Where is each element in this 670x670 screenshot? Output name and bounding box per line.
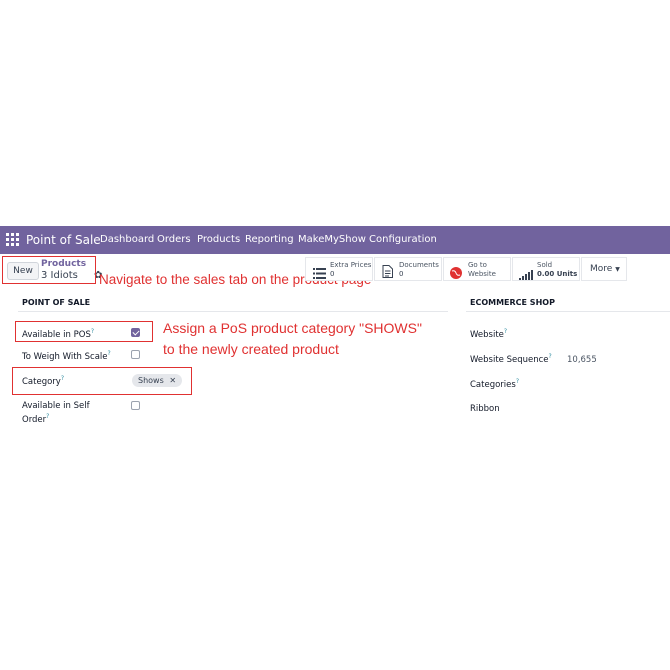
list-icon [313,264,326,279]
globe-icon [450,264,462,283]
website-sequence-value[interactable]: 10,655 [567,355,597,365]
sold-button[interactable]: Sold 0.00 Units [512,257,580,281]
highlight-breadcrumb-box [2,256,96,284]
self-order-label-line1: Available in Self [22,401,90,411]
documents-value: 0 [399,270,404,278]
categories-label: Categories? [470,378,520,390]
documents-label: Documents [399,261,439,269]
app-name[interactable]: Point of Sale [26,226,101,254]
nav-reporting[interactable]: Reporting [245,226,294,254]
annotation-assign-line1: Assign a PoS product category "SHOWS" [163,320,422,336]
annotation-assign-line2: to the newly created product [163,341,339,357]
nav-products[interactable]: Products [197,226,240,254]
self-order-checkbox[interactable] [131,401,140,410]
more-label: More [590,264,613,274]
help-icon[interactable]: ? [46,413,49,420]
extra-prices-label: Extra Prices [330,261,372,269]
documents-button[interactable]: Documents 0 [374,257,442,281]
website-label: Website? [470,328,508,340]
highlight-available-in-pos [15,321,153,342]
website-sequence-label: Website Sequence? [470,353,552,365]
pos-section-title: POINT OF SALE [22,298,91,307]
extra-prices-button[interactable]: Extra Prices 0 [305,257,373,281]
nav-configuration[interactable]: Configuration [369,226,437,254]
self-order-label-line2: Order? [22,413,50,425]
website-label: Website [468,270,496,278]
apps-menu-icon[interactable] [6,233,19,246]
help-icon[interactable]: ? [504,328,507,335]
extra-prices-value: 0 [330,270,335,278]
bar-chart-icon [519,265,533,284]
nav-makemyshow[interactable]: MakeMyShow [298,226,366,254]
ecommerce-section-title: ECOMMERCE SHOP [470,298,555,307]
go-to-website-button[interactable]: Go to Website [443,257,511,281]
to-weigh-label: To Weigh With Scale? [22,350,111,362]
go-to-label: Go to [468,261,487,269]
to-weigh-checkbox[interactable] [131,350,140,359]
nav-dashboard[interactable]: Dashboard [100,226,154,254]
help-icon[interactable]: ? [108,350,111,357]
highlight-category [12,367,192,395]
more-button[interactable]: More ▼ [581,257,627,281]
caret-down-icon: ▼ [615,266,620,273]
sold-label: Sold [537,261,553,269]
ribbon-label: Ribbon [470,404,500,414]
top-navbar: Point of Sale Dashboard Orders Products … [0,226,670,254]
help-icon[interactable]: ? [549,353,552,360]
sold-value: 0.00 Units [537,270,578,278]
document-icon [382,263,393,282]
ecommerce-section-divider [466,311,670,312]
help-icon[interactable]: ? [516,378,519,385]
pos-section-divider [18,311,448,312]
nav-orders[interactable]: Orders [157,226,191,254]
